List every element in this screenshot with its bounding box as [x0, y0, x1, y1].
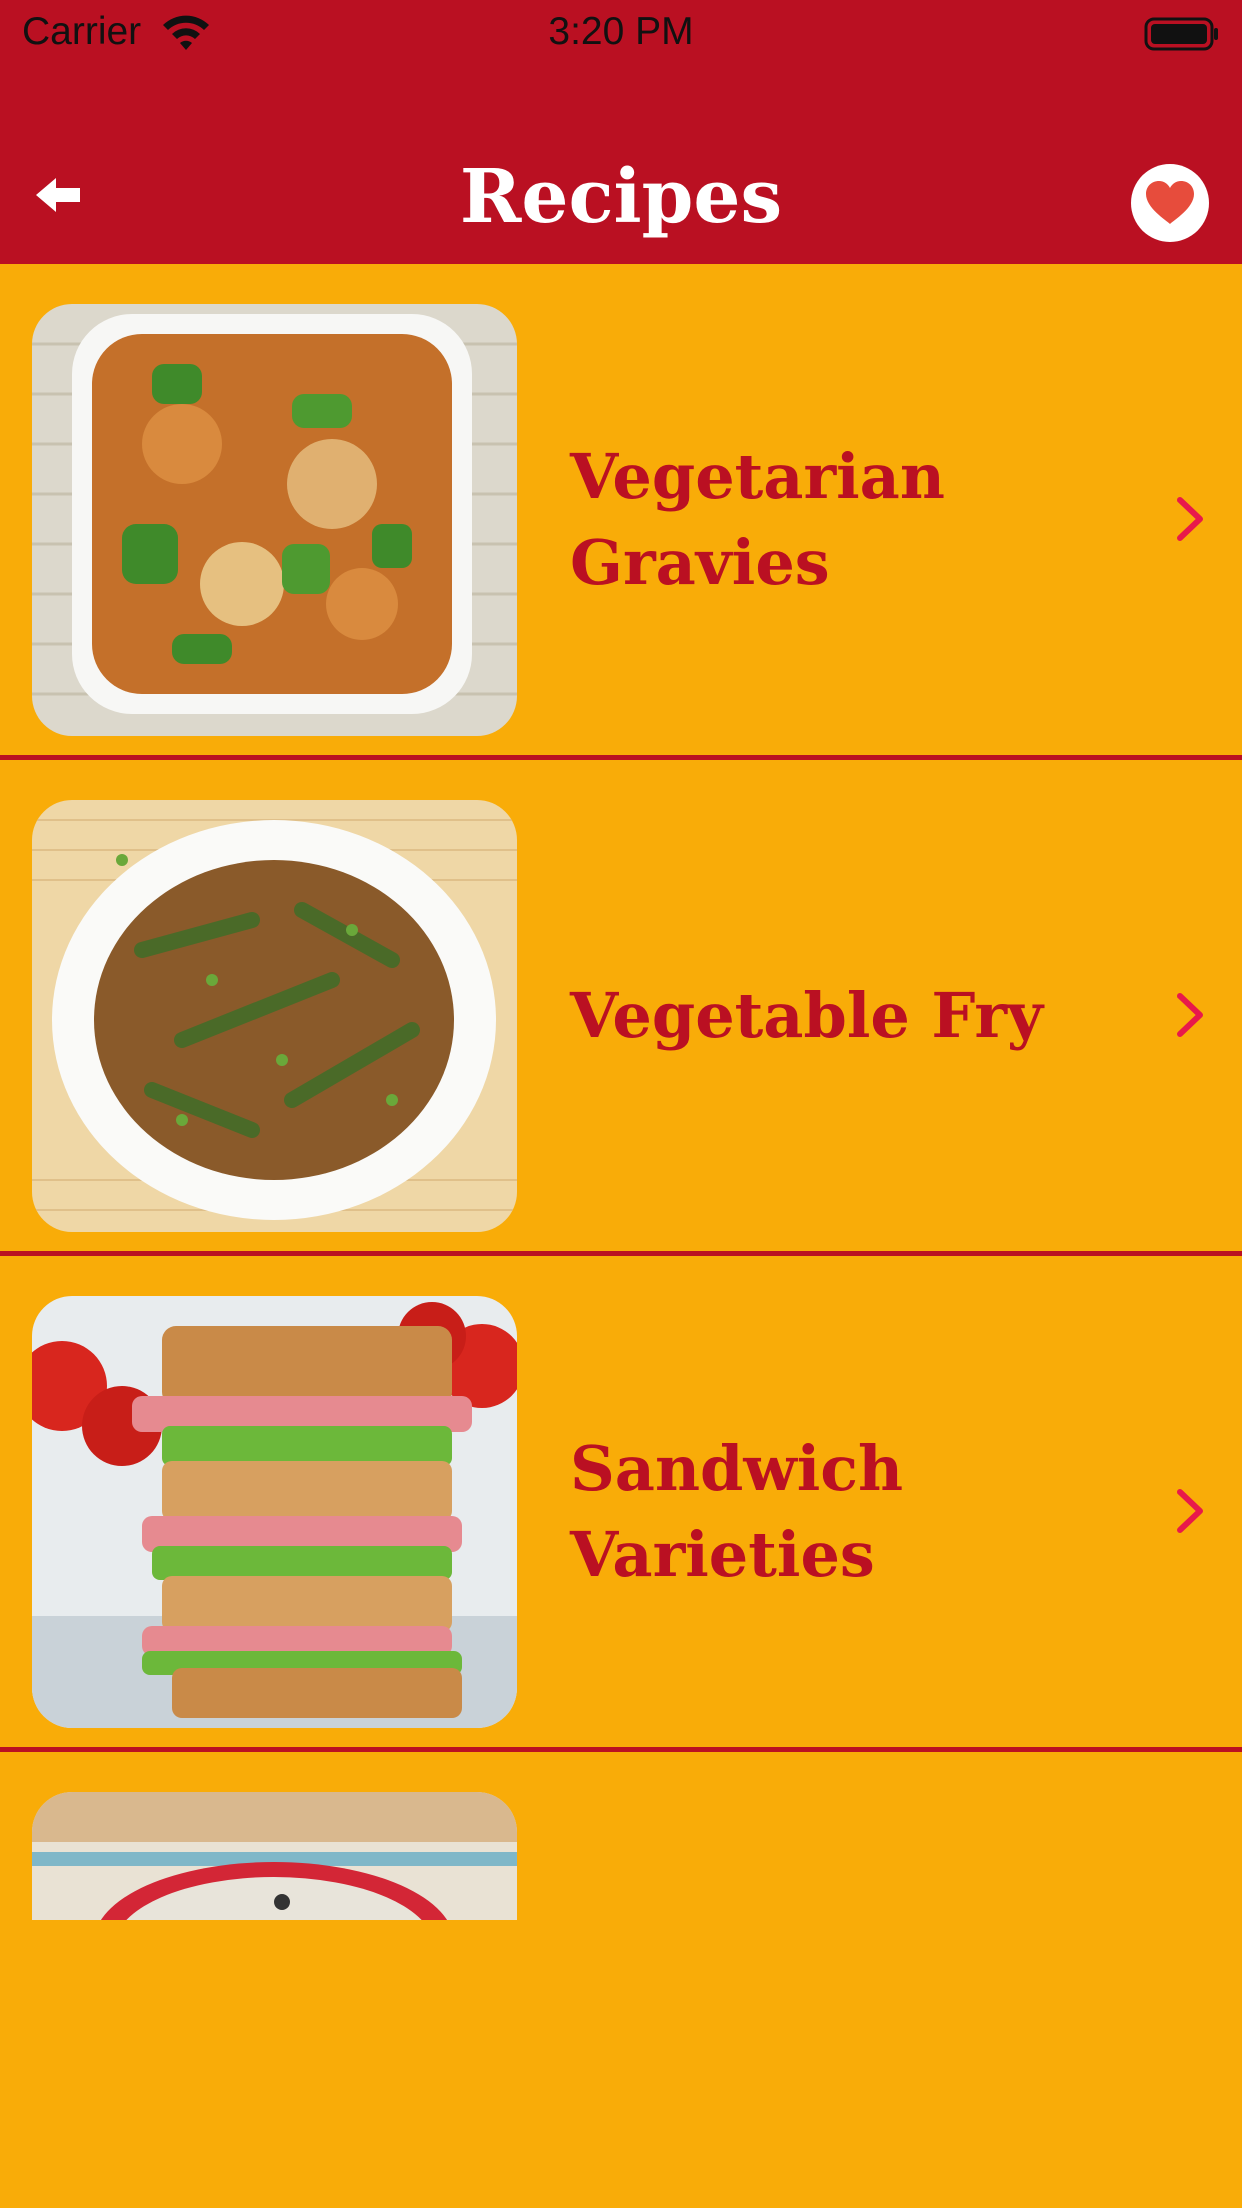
page-title: Recipes: [459, 154, 783, 240]
recipe-label: Vegetable Fry: [570, 979, 1044, 1052]
status-bar: Carrier 3:20 PM: [0, 0, 1242, 68]
recipe-label: Sandwich Varieties: [570, 1432, 904, 1591]
recipe-label: Vegetarian Gravies: [570, 440, 945, 599]
navigation-bar: Recipes: [0, 130, 1242, 264]
header: Carrier 3:20 PM Recipes: [0, 0, 1242, 264]
vegetarian-gravies-photo: [32, 304, 517, 736]
recipe-row-vegetarian-gravies[interactable]: Vegetarian Gravies: [0, 264, 1242, 760]
recipe-row-vegetable-fry[interactable]: Vegetable Fry: [0, 760, 1242, 1256]
partial-recipe-photo: [32, 1792, 517, 1920]
clock: 3:20 PM: [548, 10, 694, 53]
recipes-screen: Carrier 3:20 PM Recipes Vegetarian Gravi…: [0, 0, 1242, 2208]
chevron-right-icon: [1177, 993, 1203, 1037]
recipe-row-sandwich-varieties[interactable]: Sandwich Varieties: [0, 1256, 1242, 1752]
sandwich-varieties-photo: [32, 1296, 517, 1728]
favorites-button[interactable]: [1131, 164, 1209, 242]
chevron-right-icon: [1177, 1489, 1203, 1533]
chevron-right-icon: [1177, 497, 1203, 541]
battery-full-icon: [1144, 17, 1218, 51]
vegetable-fry-photo: [32, 800, 517, 1232]
heart-icon: [1146, 181, 1194, 224]
recipe-row-partial[interactable]: [0, 1752, 1242, 1920]
